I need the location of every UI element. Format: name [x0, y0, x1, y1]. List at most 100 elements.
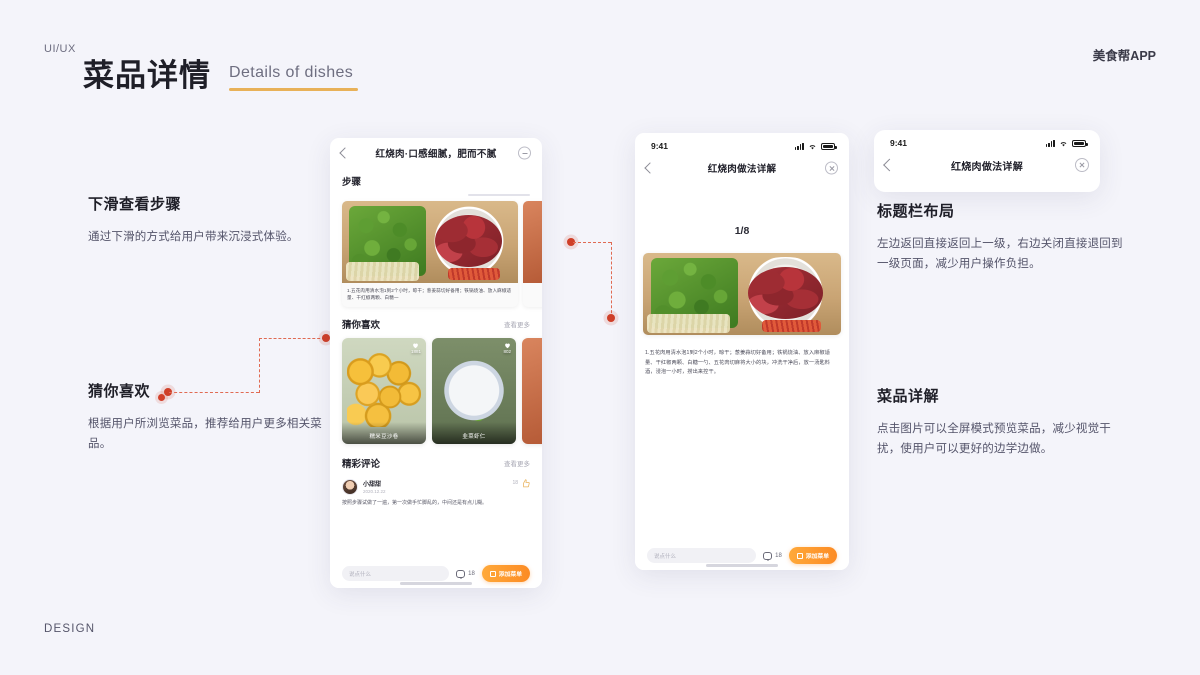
phone-a-bottom-bar: 说点什么 18 添加菜单	[330, 558, 542, 588]
annotation-body: 通过下滑的方式给用户带来沉浸式体验。	[88, 231, 299, 243]
recommended-cards[interactable]: 1881 糯米豆沙卷 802 韭菜虾仁	[330, 335, 542, 444]
step-card[interactable]: 1.五花肉用清水泡1到2个小时，晾干；葱姜蒜切好备用；铁锅烧油、放入麻椒适量、干…	[342, 201, 518, 307]
home-indicator	[706, 564, 778, 567]
signal-icon	[1045, 139, 1055, 147]
annotation-title: 下滑查看步骤	[88, 196, 182, 213]
close-circle-icon	[1075, 158, 1089, 172]
connector-phone-a-to-b	[567, 238, 618, 326]
page-title-en-wrap: Details of dishes	[229, 65, 359, 91]
comment-item: 小甜甜 2020.12.22 18 按照步骤试做了一遍，第一次做手忙脚乱的，中间…	[330, 474, 542, 508]
steps-section-title: 步骤	[342, 177, 362, 188]
annotation-body: 左边返回直接返回上一级，右边关闭直接退回到一级页面，减少用户操作负担。	[877, 238, 1123, 271]
comment-meta: 小甜甜 2020.12.22	[363, 479, 507, 495]
phone-b-status-bar: 9:41	[635, 133, 849, 153]
slide-canvas: UI/UX 美食帮APP 菜品详情 Details of dishes DESI…	[0, 0, 1200, 675]
footer-label: DESIGN	[44, 623, 96, 635]
add-to-menu-label: 添加菜单	[498, 572, 522, 578]
connector-endpoint-right	[322, 334, 330, 342]
annotation-title-row: 菜品详解	[877, 385, 1127, 419]
comment-bubble-icon	[763, 551, 773, 561]
likes-section-title: 猜你喜欢	[342, 319, 381, 331]
like-badge: 802	[503, 342, 511, 355]
comment-input[interactable]: 说点什么	[647, 548, 757, 563]
food-photo-braised-pork	[342, 201, 518, 283]
like-badge: 1881	[411, 342, 421, 355]
connector-segment-vertical2	[611, 242, 612, 318]
annotation-title-row: 标题栏布局	[877, 200, 1127, 234]
back-button[interactable]	[644, 162, 656, 174]
step-large-photo[interactable]	[643, 253, 841, 335]
status-icons	[794, 142, 837, 150]
book-icon	[796, 552, 803, 559]
connector-endpoint-bottom	[607, 314, 615, 322]
comments-section-more-link[interactable]: 查看更多	[504, 458, 530, 468]
phone-a-nav-title: 红烧肉·口感细腻，肥而不腻	[375, 149, 497, 160]
food-photo-peek	[523, 201, 542, 283]
comment-text: 按照步骤试做了一遍，第一次做手忙脚乱的，中间还是有点儿糊。	[342, 499, 488, 506]
signal-icon	[794, 142, 804, 150]
annotation-dish-detail: 菜品详解 点击图片可以全屏模式预览菜品，减少视觉干扰，使用户可以更好的边学边做。	[877, 385, 1127, 459]
recommended-card[interactable]: 802 韭菜虾仁	[432, 337, 516, 444]
close-button[interactable]	[1075, 158, 1089, 172]
close-button[interactable]	[825, 161, 838, 175]
avatar	[342, 478, 358, 495]
step-cards-strip[interactable]: 1.五花肉用清水泡1到2个小时，晾干；葱姜蒜切好备用；铁锅烧油、放入麻椒适量、干…	[330, 201, 542, 307]
connector-segment-top	[259, 338, 325, 339]
annotation-body: 点击图片可以全屏模式预览菜品，减少视觉干扰，使用户可以更好的边学边做。	[877, 423, 1111, 456]
connector-segment-top2	[573, 242, 611, 243]
back-button[interactable]	[339, 147, 351, 159]
comment-like-group[interactable]: 18	[512, 479, 530, 488]
food-photo-braised-pork-large	[643, 253, 841, 335]
refresh-button[interactable]	[518, 146, 531, 160]
recommended-card[interactable]: 1881 糯米豆沙卷	[342, 337, 426, 444]
like-count: 802	[503, 348, 511, 354]
home-indicator	[400, 582, 472, 585]
comment-count-value: 18	[775, 552, 782, 559]
phone-b-navbar: 红烧肉做法详解	[635, 153, 849, 183]
add-to-menu-button[interactable]: 添加菜单	[788, 547, 837, 564]
recommended-card-peek[interactable]	[522, 337, 542, 444]
wifi-icon	[808, 143, 817, 150]
comment-like-count: 18	[512, 480, 518, 487]
annotation-title-row: 猜你喜欢	[88, 380, 323, 414]
heart-icon	[413, 343, 419, 348]
comment-author: 小甜甜	[363, 481, 382, 488]
step-card-peek[interactable]	[523, 201, 542, 307]
step-recipe-text: 1.五花肉用清水泡1到2个小时，晾干；葱姜蒜切好备用；铁锅烧油、放入麻椒适量、干…	[645, 350, 831, 376]
status-icons	[1045, 139, 1088, 147]
title-underline	[229, 88, 359, 91]
steps-section-header: 步骤	[330, 168, 542, 192]
likes-section-header: 猜你喜欢 查看更多	[330, 307, 542, 335]
comment-bubble-icon	[456, 569, 466, 579]
status-time: 9:41	[651, 141, 669, 151]
close-circle-icon	[825, 161, 838, 175]
page-title-cn: 菜品详情	[83, 58, 211, 93]
step-photo-peek	[523, 201, 542, 283]
annotation-title: 标题栏布局	[877, 203, 955, 220]
annotation-title: 菜品详解	[877, 388, 940, 405]
phone-a-navbar: 红烧肉·口感细腻，肥而不腻	[330, 138, 542, 168]
battery-icon	[1072, 139, 1088, 147]
refresh-icon	[518, 146, 531, 160]
annotation-guess-you-like: 猜你喜欢 根据用户所浏览菜品，推荐给用户更多相关菜品。	[88, 380, 323, 454]
likes-section-more-link[interactable]: 查看更多	[504, 319, 530, 329]
step-photo	[342, 201, 518, 283]
comments-section-title: 精彩评论	[342, 458, 381, 470]
scroll-indicator[interactable]	[468, 194, 530, 196]
add-to-menu-button[interactable]: 添加菜单	[481, 565, 530, 582]
back-button[interactable]	[883, 158, 896, 172]
step-description: 1.五花肉用清水泡1到2个小时，晾干；葱姜蒜切好备用；铁锅烧油、放入麻椒适量、干…	[347, 288, 512, 301]
kicker-label: UI/UX	[44, 43, 76, 55]
add-to-menu-label: 添加菜单	[805, 554, 829, 560]
chevron-left-icon	[644, 162, 656, 174]
comment-count-button[interactable]: 18	[763, 551, 782, 561]
comment-count-button[interactable]: 18	[456, 569, 475, 579]
thumbs-up-icon	[523, 479, 530, 487]
phone-mockup-step-viewer: 9:41 红烧肉做法详解 1/8 1.五花肉用清水泡1到2个小时，晾干；葱姜蒜切…	[635, 133, 849, 570]
comment-input[interactable]: 说点什么	[342, 566, 450, 581]
annotation-title-row: 下滑查看步骤	[88, 193, 333, 227]
comment-count-value: 18	[468, 570, 475, 577]
annotation-title-bar-layout: 标题栏布局 左边返回直接返回上一级，右边关闭直接退回到一级页面，减少用户操作负担…	[877, 200, 1127, 274]
phone-c-nav-title: 红烧肉做法详解	[950, 161, 1024, 173]
brand-label: 美食帮APP	[1092, 49, 1156, 63]
